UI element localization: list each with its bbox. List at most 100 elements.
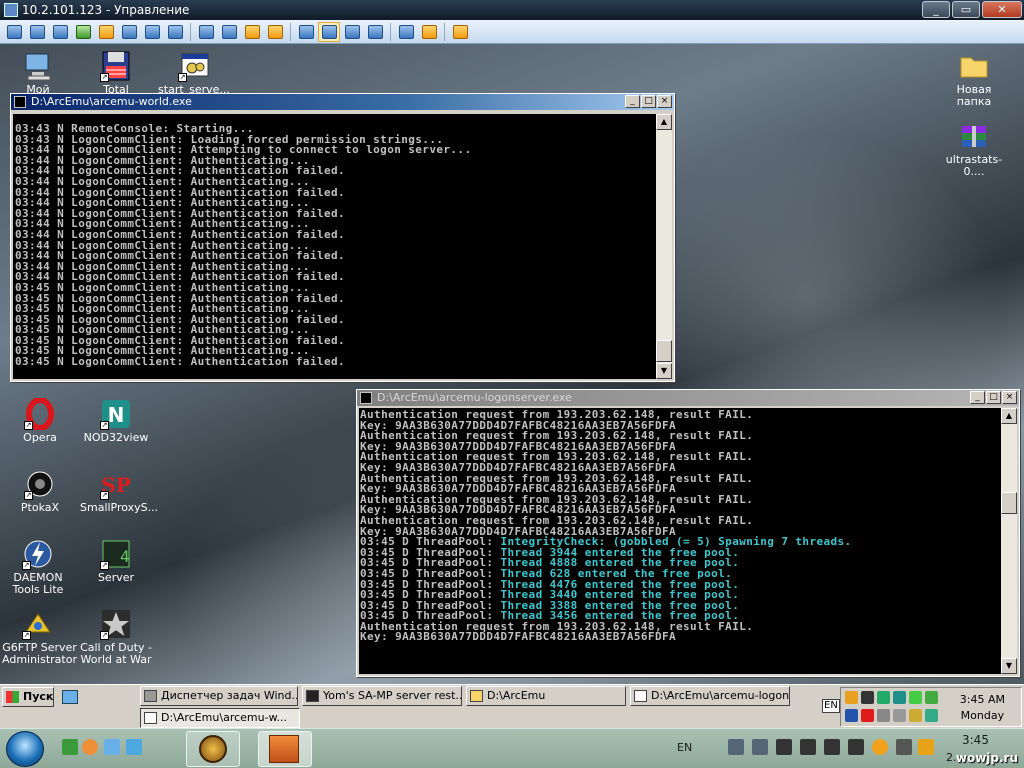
local-language-indicator[interactable]: EN: [677, 741, 692, 754]
taskbar-button-task-manager[interactable]: Диспетчер задач Wind...: [140, 686, 298, 706]
rdp-close-button[interactable]: ✕: [982, 1, 1022, 18]
network-icon[interactable]: [800, 739, 816, 755]
desktop-icon-new-folder[interactable]: Новая папка: [936, 50, 1012, 108]
maximize-button[interactable]: □: [986, 391, 1001, 404]
volume-icon[interactable]: [776, 739, 792, 755]
logon-console-titlebar[interactable]: D:\ArcEmu\arcemu-logonserver.exe _ □ ×: [357, 390, 1019, 406]
tray-app-icon[interactable]: [845, 691, 858, 704]
tray-app-icon[interactable]: [896, 739, 912, 755]
tray-app-icon[interactable]: [824, 739, 840, 755]
start-button[interactable]: Пуск: [2, 687, 54, 707]
tray-app-icon[interactable]: [728, 739, 744, 755]
monitor-icon[interactable]: [3, 22, 25, 42]
network-icon[interactable]: [218, 22, 240, 42]
phone-icon[interactable]: [141, 22, 163, 42]
rdp-title-text: 10.2.101.123 - Управление: [22, 3, 190, 17]
quicklaunch-icon[interactable]: [62, 739, 78, 755]
minimize-button[interactable]: _: [970, 391, 985, 404]
taskbar-button-world[interactable]: D:\ArcEmu\arcemu-w...: [140, 708, 300, 728]
desktop-icon-total[interactable]: ↗ Total: [78, 50, 154, 96]
desktop-icon-ptokax[interactable]: ↗ PtokaX: [2, 468, 78, 514]
rdp-restore-button[interactable]: ▭: [952, 1, 980, 18]
logon-console-scrollbar[interactable]: ▲ ▼: [1001, 408, 1017, 674]
tray-app-icon[interactable]: [925, 709, 938, 722]
world-console-scrollbar[interactable]: ▲ ▼: [656, 114, 672, 379]
tray-app-icon[interactable]: [925, 691, 938, 704]
tray-app-icon[interactable]: [861, 691, 874, 704]
window-icon[interactable]: [341, 22, 363, 42]
desktop-icon-start-server[interactable]: ↗ start_serve...: [156, 50, 232, 96]
local-clock-time[interactable]: 3:45: [962, 733, 989, 747]
upload-icon[interactable]: [195, 22, 217, 42]
close-button[interactable]: ×: [1002, 391, 1017, 404]
scroll-down-arrow-icon[interactable]: ▼: [656, 363, 672, 379]
tray-app-icon[interactable]: [918, 739, 934, 755]
disconnect-icon[interactable]: [449, 22, 471, 42]
transfer-icon[interactable]: [72, 22, 94, 42]
maximize-button[interactable]: □: [641, 95, 656, 108]
nod32-tray-icon[interactable]: [893, 691, 906, 704]
language-indicator[interactable]: EN: [822, 699, 840, 713]
tray-app-icon[interactable]: [845, 709, 858, 722]
fullscreen-icon[interactable]: [318, 21, 340, 42]
taskbar-button-arcemu-folder[interactable]: D:\ArcEmu: [466, 686, 626, 706]
world-console-window[interactable]: D:\ArcEmu\arcemu-world.exe _ □ × 03:43 N…: [10, 93, 675, 382]
desktop-icon-server[interactable]: 4 ↗ Server: [78, 538, 154, 584]
shortcut-arrow-icon: ↗: [24, 421, 33, 430]
desktop-icon-g6ftp[interactable]: ↗ G6FTP Server Administrator: [0, 608, 77, 666]
desktop-icon-ultrastats[interactable]: ultrastats-0....: [936, 120, 1012, 178]
taskbar-button-logonserver[interactable]: D:\ArcEmu\arcemu-logon...: [630, 686, 790, 706]
logon-console-window[interactable]: D:\ArcEmu\arcemu-logonserver.exe _ □ × A…: [356, 389, 1020, 677]
scroll-thumb[interactable]: [656, 340, 672, 362]
console-line: 03:45 N LogonCommClient: Authentication …: [15, 355, 346, 369]
logon-console-output[interactable]: Authentication request from 193.203.62.1…: [359, 408, 1001, 674]
remote-clock-time: 3:45 AM: [959, 693, 1005, 706]
scroll-thumb[interactable]: [1001, 492, 1017, 514]
desktop-icon-smallproxy[interactable]: SP ↗ SmallProxyS...: [78, 468, 158, 514]
tray-app-icon[interactable]: [893, 709, 906, 722]
taskbar-button-samp[interactable]: Yom's SA-MP server rest...: [302, 686, 462, 706]
desktop-icon-daemon-tools[interactable]: ↗ DAEMON Tools Lite: [0, 538, 76, 596]
tray-app-icon[interactable]: [909, 691, 922, 704]
world-console-output[interactable]: 03:43 N RemoteConsole: Starting... 03:43 …: [13, 114, 656, 379]
rdp-titlebar[interactable]: 10.2.101.123 - Управление _ ▭ ✕: [0, 0, 1024, 20]
taskbar-app-rdp[interactable]: [258, 731, 312, 767]
terminal-icon[interactable]: [49, 22, 71, 42]
quicklaunch-icon[interactable]: [126, 739, 142, 755]
tray-app-icon[interactable]: [909, 709, 922, 722]
tray-app-icon[interactable]: [872, 739, 888, 755]
close-button[interactable]: ×: [657, 95, 672, 108]
telnet-icon[interactable]: [118, 22, 140, 42]
minimize-button[interactable]: _: [625, 95, 640, 108]
tray-app-icon[interactable]: [752, 739, 768, 755]
sp-tray-icon[interactable]: [861, 709, 874, 722]
rdp-app-icon: [4, 3, 18, 17]
monitor-icon[interactable]: [26, 22, 48, 42]
scroll-up-arrow-icon[interactable]: ▲: [656, 114, 672, 130]
quicklaunch-icon[interactable]: [82, 739, 98, 755]
remote-clock[interactable]: 3:45 AM Monday: [960, 692, 1005, 724]
desktop-icon-cod-waw[interactable]: ↗ Call of Duty - World at War: [78, 608, 154, 666]
tray-app-icon[interactable]: [877, 691, 890, 704]
lock-icon[interactable]: [241, 22, 263, 42]
scroll-down-arrow-icon[interactable]: ▼: [1001, 658, 1017, 674]
screens-icon[interactable]: [395, 22, 417, 42]
tools-icon[interactable]: [418, 22, 440, 42]
desktop-icon-opera[interactable]: ↗ Opera: [2, 397, 78, 444]
desktop-icon-my-computer[interactable]: Мой: [0, 50, 76, 96]
desktop-icon-nod32view[interactable]: N ↗ NOD32view: [78, 398, 154, 444]
tray-app-icon[interactable]: [877, 709, 890, 722]
world-console-titlebar[interactable]: D:\ArcEmu\arcemu-world.exe _ □ ×: [11, 94, 674, 110]
quicklaunch-icon[interactable]: [104, 739, 120, 755]
chat-icon[interactable]: [164, 22, 186, 42]
scroll-up-arrow-icon[interactable]: ▲: [1001, 408, 1017, 424]
quicklaunch-icon[interactable]: [62, 690, 78, 704]
tray-app-icon[interactable]: [848, 739, 864, 755]
power-icon[interactable]: [95, 22, 117, 42]
window-icon[interactable]: [295, 22, 317, 42]
lock-open-icon[interactable]: [264, 22, 286, 42]
windows-orb-icon[interactable]: [6, 731, 44, 767]
scale-icon[interactable]: [364, 22, 386, 42]
taskbar-app-wow[interactable]: [186, 731, 240, 767]
rdp-minimize-button[interactable]: _: [922, 1, 950, 18]
